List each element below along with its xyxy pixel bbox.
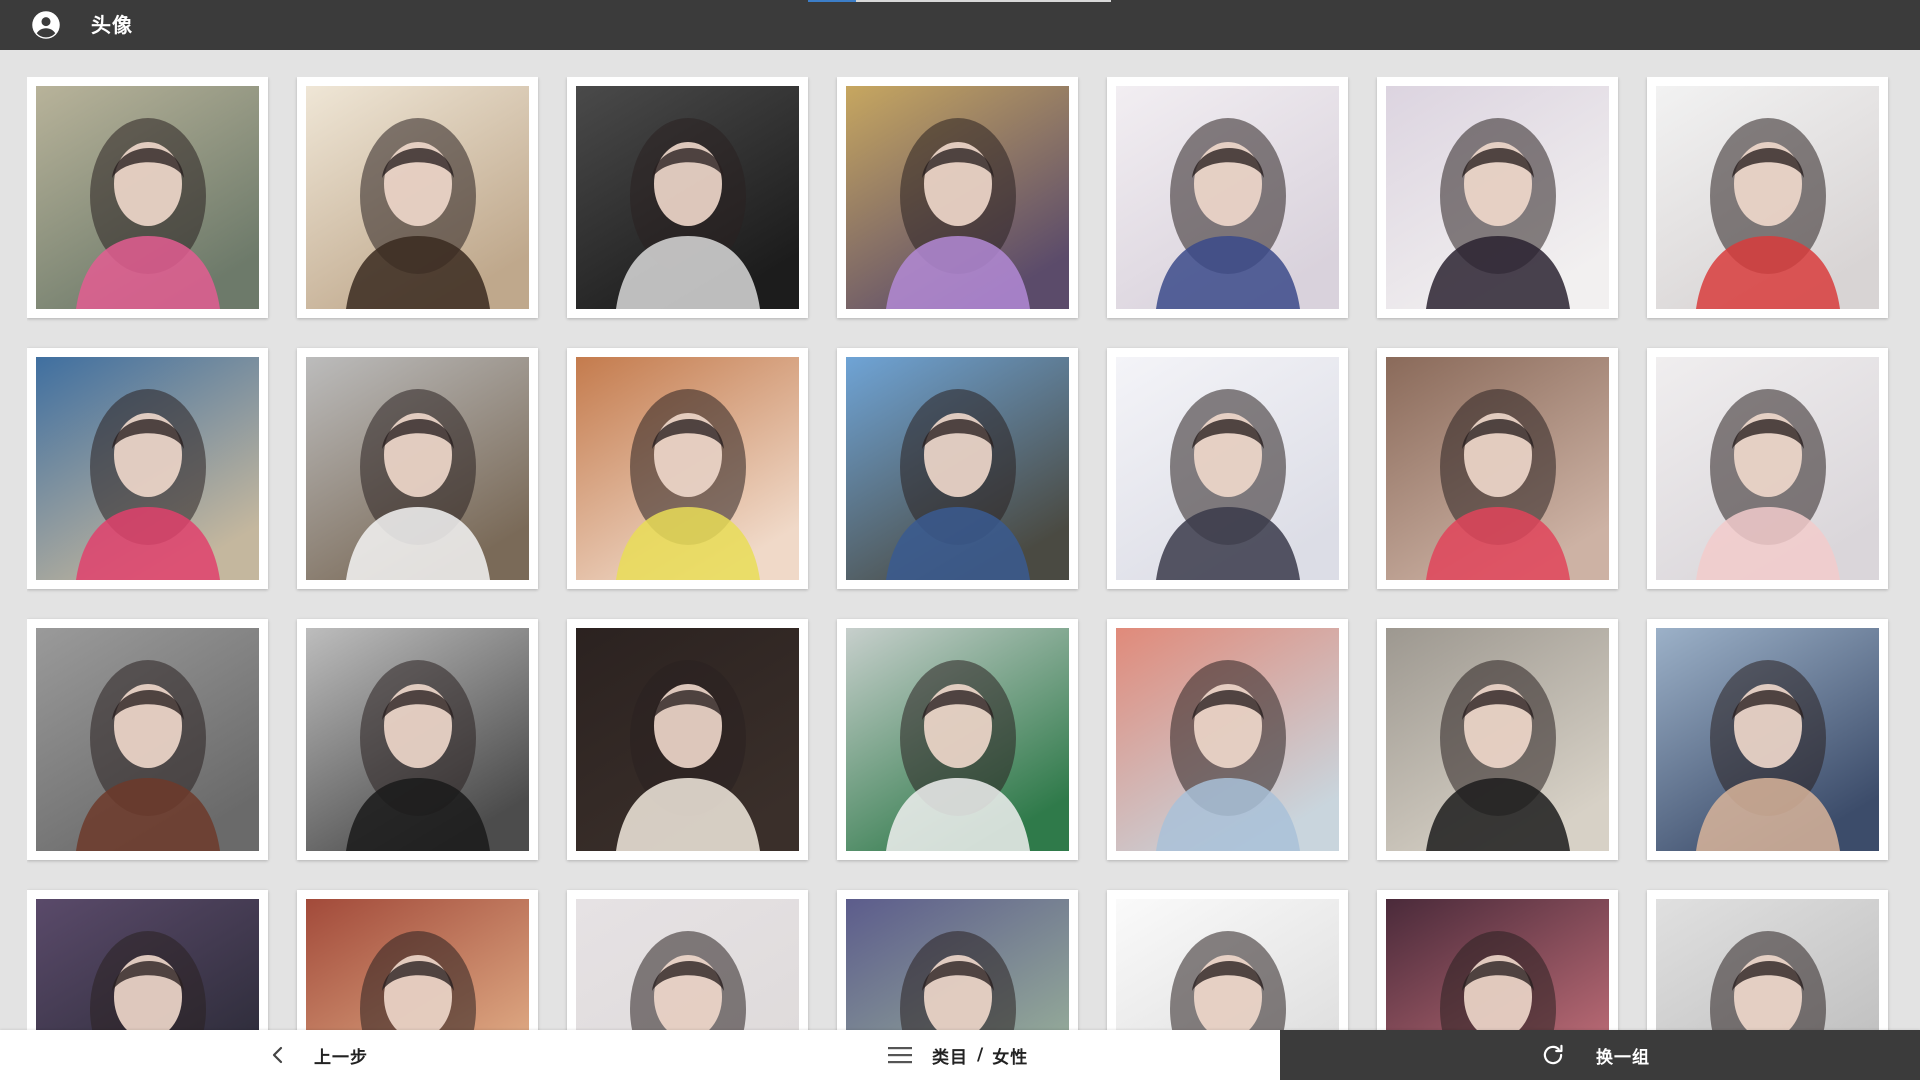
avatar-tile[interactable] (297, 890, 538, 1030)
avatar-image-car-window (846, 899, 1069, 1030)
avatar-image-windy-lake (306, 628, 529, 851)
avatar-tile[interactable] (837, 348, 1078, 589)
avatar-tile[interactable] (27, 77, 268, 318)
avatar-tile[interactable] (1107, 77, 1348, 318)
avatar-tile[interactable] (1377, 77, 1618, 318)
change-batch-label: 换一组 (1596, 1047, 1650, 1068)
avatar-tile[interactable] (1377, 890, 1618, 1030)
avatar-image-pink-cap (1656, 357, 1879, 580)
avatar-image-sitting-road (846, 357, 1069, 580)
refresh-icon (1543, 1044, 1563, 1065)
avatar-tile[interactable] (837, 77, 1078, 318)
chevron-left-icon (272, 1046, 283, 1064)
avatar-tile[interactable] (1377, 348, 1618, 589)
progress-fill (808, 0, 857, 2)
avatar-image-night-lights (1386, 899, 1609, 1030)
avatar-image-white-shirt (306, 357, 529, 580)
prev-label: 上一步 (314, 1047, 368, 1068)
category-value: 女性 (992, 1047, 1029, 1068)
avatar-tile[interactable] (837, 619, 1078, 860)
avatar-tile[interactable] (27, 348, 268, 589)
avatar-tile[interactable] (297, 77, 538, 318)
avatar-tile[interactable] (27, 619, 268, 860)
page-title: 头像 (91, 13, 133, 37)
avatar-image-cap-sunglasses (36, 357, 259, 580)
avatar-image-wall-of-photos (846, 86, 1069, 309)
prev-button[interactable]: 上一步 (270, 1030, 368, 1080)
avatar-image-gray-portrait (1656, 899, 1879, 1030)
menu-icon (888, 1047, 912, 1064)
account-circle-icon[interactable] (31, 10, 61, 40)
avatar-image-street-graffiti (36, 86, 259, 309)
avatar-image-tfboys-text (1386, 357, 1609, 580)
avatar-tile[interactable] (1647, 619, 1888, 860)
avatar-tile[interactable] (837, 890, 1078, 1030)
avatar-tile[interactable] (567, 890, 808, 1030)
avatar-grid (27, 77, 1895, 1030)
top-bar: 头像 (0, 0, 1920, 50)
avatar-image-lying-down (1656, 628, 1879, 851)
avatar-tile[interactable] (567, 77, 808, 318)
avatar-tile[interactable] (567, 348, 808, 589)
avatar-image-white-dress (1116, 357, 1339, 580)
change-batch-button[interactable]: 换一组 (1280, 1030, 1920, 1080)
avatar-tile[interactable] (567, 619, 808, 860)
avatar-image-bun-hair (1656, 86, 1879, 309)
avatar-image-black-mask (576, 86, 799, 309)
avatar-tile[interactable] (297, 348, 538, 589)
avatar-image-parking-lot (36, 628, 259, 851)
avatar-image-dog-selfie (1386, 86, 1609, 309)
category-label: 类目 (932, 1047, 968, 1068)
avatar-image-dark-portrait (36, 899, 259, 1030)
avatar-tile[interactable] (297, 619, 538, 860)
avatar-image-peace-sign (1116, 628, 1339, 851)
category-selector[interactable]: 类目 / 女性 (888, 1030, 1028, 1080)
progress-bar (808, 0, 1111, 2)
avatar-tile[interactable] (1107, 890, 1348, 1030)
avatar-tile[interactable] (1647, 77, 1888, 318)
avatar-image-snack-aisle (576, 357, 799, 580)
avatar-image-black-hat (1116, 899, 1339, 1030)
avatar-image-kiss-couple (306, 899, 529, 1030)
category-separator: / (977, 1045, 984, 1065)
avatar-image-pink-heart (576, 899, 799, 1030)
bottom-bar: 上一步 类目 / 女性 换一组 (0, 1030, 1920, 1080)
avatar-image-sailor-dress (1116, 86, 1339, 309)
avatar-tile[interactable] (27, 890, 268, 1030)
avatar-tile[interactable] (1107, 619, 1348, 860)
avatar-image-short-hair (306, 86, 529, 309)
avatar-tile[interactable] (1647, 890, 1888, 1030)
avatar-tile[interactable] (1107, 348, 1348, 589)
avatar-image-subway-icecream (1386, 628, 1609, 851)
avatar-image-number-99 (576, 628, 799, 851)
avatar-tile[interactable] (1377, 619, 1618, 860)
avatar-tile[interactable] (1647, 348, 1888, 589)
avatar-image-grass-dress (846, 628, 1069, 851)
